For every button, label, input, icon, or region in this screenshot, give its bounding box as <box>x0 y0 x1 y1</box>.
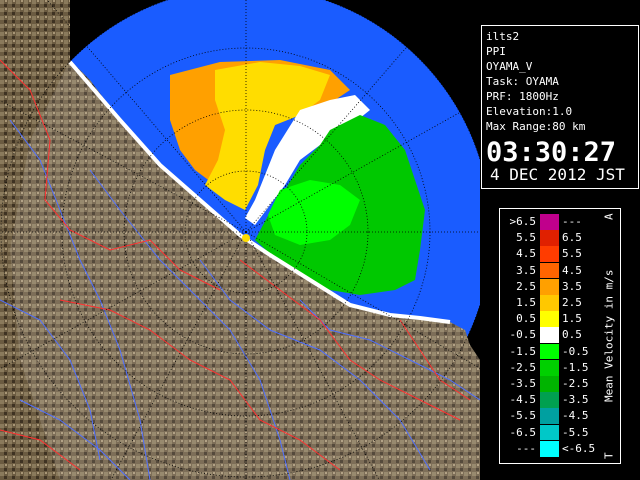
legend-low-value: -1.5 <box>509 344 537 358</box>
legend-row: 3.5 4.5 <box>500 262 600 279</box>
legend-row: -3.5 -2.5 <box>500 376 600 392</box>
legend-swatch <box>540 214 559 230</box>
velocity-legend: >6.5 --- 5.5 6.5 4.5 5.5 3.5 4.5 2.5 3.5 1.5 2.5 0.5… <box>499 208 621 464</box>
legend-swatch <box>540 408 559 425</box>
radar-site-marker <box>242 234 250 242</box>
legend-high-value: -3.5 <box>562 393 589 407</box>
legend-row: -6.5 -5.5 <box>500 424 600 441</box>
info-panel: ilts2 PPI OYAMA_V Task: OYAMA PRF: 1800H… <box>481 25 639 189</box>
legend-row: 1.5 2.5 <box>500 295 600 311</box>
legend-low-value: -5.5 <box>509 409 537 423</box>
legend-low-value: -2.5 <box>509 360 537 374</box>
site-name: OYAMA_V <box>486 60 533 73</box>
legend-axis: T Mean Velocity in m/s A <box>601 213 617 459</box>
legend-high-value: -5.5 <box>562 425 589 439</box>
legend-low-value: -4.5 <box>509 393 537 407</box>
legend-row: 2.5 3.5 <box>500 278 600 295</box>
prf-value: PRF: 1800Hz <box>486 90 559 103</box>
legend-swatch <box>540 278 559 295</box>
task-name: Task: OYAMA <box>486 75 559 88</box>
legend-high-value: 6.5 <box>562 231 582 245</box>
legend-swatch <box>540 359 559 376</box>
elevation-value: Elevation:1.0 <box>486 105 573 118</box>
radar-id: ilts2 <box>486 30 520 43</box>
legend-low-value: 4.5 <box>516 247 536 261</box>
legend-low-value: -6.5 <box>509 425 537 439</box>
legend-corner-bottom: T <box>602 452 616 459</box>
legend-row: 4.5 5.5 <box>500 246 600 263</box>
legend-swatch <box>540 311 559 327</box>
legend-swatch <box>540 440 559 457</box>
radar-display: ilts2 PPI OYAMA_V Task: OYAMA PRF: 1800H… <box>0 0 640 480</box>
legend-corner-top: A <box>602 213 616 220</box>
scan-date: 4 DEC 2012 JST <box>490 165 625 184</box>
radar-ppi-map[interactable] <box>0 0 480 480</box>
legend-high-value: -2.5 <box>562 377 589 390</box>
legend-low-value: 1.5 <box>516 296 536 309</box>
legend-low-value: 5.5 <box>516 231 536 245</box>
legend-high-value: 5.5 <box>562 247 582 261</box>
legend-low-value: 2.5 <box>516 279 536 293</box>
legend-high-value: <-6.5 <box>562 441 596 455</box>
legend-low-value: >6.5 <box>509 215 537 228</box>
legend-high-value: --- <box>562 215 582 228</box>
scan-time: 03:30:27 <box>486 137 617 168</box>
legend-high-value: 1.5 <box>562 312 582 326</box>
legend-high-value: 4.5 <box>562 263 582 277</box>
legend-swatch <box>540 392 559 408</box>
legend-row: 0.5 1.5 <box>500 311 600 327</box>
legend-low-value: --- <box>516 441 536 455</box>
legend-high-value: -4.5 <box>562 409 589 423</box>
legend-swatch <box>540 262 559 279</box>
legend-high-value: -1.5 <box>562 360 589 374</box>
legend-low-value: 0.5 <box>516 312 536 326</box>
legend-row: -4.5 -3.5 <box>500 392 600 408</box>
product-type: PPI <box>486 45 506 58</box>
max-range-value: Max Range:80 km <box>486 120 586 133</box>
legend-row: -5.5 -4.5 <box>500 408 600 425</box>
legend-low-value: -0.5 <box>509 328 537 342</box>
legend-high-value: -0.5 <box>562 344 589 358</box>
legend-swatch <box>540 376 559 392</box>
legend-swatch <box>540 295 559 311</box>
legend-swatch <box>540 343 559 360</box>
legend-swatch <box>540 424 559 441</box>
legend-row: -1.5 -0.5 <box>500 343 600 360</box>
legend-high-value: 3.5 <box>562 279 582 293</box>
legend-swatch <box>540 327 559 344</box>
legend-high-value: 2.5 <box>562 296 582 309</box>
legend-row: >6.5 --- <box>500 214 600 230</box>
legend-row: -2.5 -1.5 <box>500 359 600 376</box>
legend-swatch <box>540 230 559 246</box>
legend-row: -0.5 0.5 <box>500 327 600 344</box>
legend-high-value: 0.5 <box>562 328 582 342</box>
legend-axis-label: Mean Velocity in m/s <box>602 269 616 403</box>
legend-swatch <box>540 246 559 263</box>
legend-row: --- <-6.5 <box>500 440 600 457</box>
legend-low-value: 3.5 <box>516 263 536 277</box>
legend-row: 5.5 6.5 <box>500 230 600 246</box>
legend-low-value: -3.5 <box>509 377 537 390</box>
